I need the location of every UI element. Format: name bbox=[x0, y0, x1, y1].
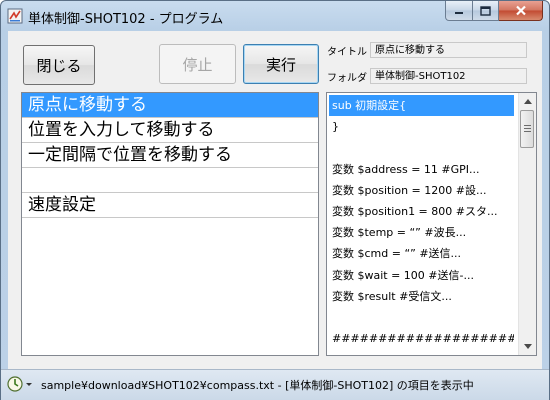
scroll-thumb[interactable] bbox=[520, 110, 534, 148]
folder-field: 単体制御-SHOT102 bbox=[370, 68, 527, 84]
title-label: タイトル bbox=[327, 47, 367, 58]
window-controls bbox=[445, 1, 543, 21]
code-view[interactable]: sub 初期設定{ } 変数 $address = 11 #GPI... 変数 … bbox=[326, 92, 537, 356]
maximize-button[interactable] bbox=[473, 1, 499, 21]
vertical-scrollbar[interactable] bbox=[518, 93, 536, 355]
status-bar: sample¥download¥SHOT102¥compass.txt - [単… bbox=[1, 369, 549, 400]
chevron-down-icon bbox=[523, 344, 532, 349]
run-button[interactable]: 実行 bbox=[243, 44, 319, 84]
grip-line bbox=[524, 125, 531, 126]
code-lines: sub 初期設定{ } 変数 $address = 11 #GPI... 変数 … bbox=[329, 95, 514, 349]
close-window-button[interactable] bbox=[499, 1, 543, 21]
client-area: 閉じる 停止 実行 タイトル 原点に移動する フォルダ 単体制御-SHOT102… bbox=[8, 31, 542, 369]
window-title: 単体制御-SHOT102 - プログラム bbox=[28, 12, 224, 27]
minimize-icon bbox=[455, 11, 463, 14]
clock-menu-icon[interactable] bbox=[7, 376, 37, 392]
code-line: 変数 $position = 1200 #設... bbox=[332, 183, 487, 197]
folder-label: フォルダ bbox=[327, 73, 367, 84]
scroll-down-button[interactable] bbox=[519, 338, 536, 355]
code-line: 変数 $wait = 100 #送信-... bbox=[332, 268, 474, 282]
code-line: sub 初期設定{ bbox=[329, 95, 514, 117]
list-item[interactable] bbox=[22, 168, 318, 193]
program-window: 単体制御-SHOT102 - プログラム 閉じる 停止 実行 タイトル 原点に移… bbox=[0, 0, 550, 400]
title-bar[interactable]: 単体制御-SHOT102 - プログラム bbox=[1, 1, 549, 31]
code-line: } bbox=[332, 120, 339, 134]
program-list: 原点に移動する 位置を入力して移動する 一定間隔で位置を移動する 速度設定 bbox=[21, 92, 319, 356]
list-item[interactable]: 一定間隔で位置を移動する bbox=[22, 143, 318, 168]
title-field: 原点に移動する bbox=[370, 42, 527, 58]
code-line: 変数 $temp = “” #波長... bbox=[332, 226, 467, 240]
stop-button[interactable]: 停止 bbox=[159, 44, 236, 84]
grip-line bbox=[524, 131, 531, 132]
code-line: 変数 $cmd = “” #送信... bbox=[332, 247, 462, 261]
maximize-icon bbox=[480, 5, 491, 16]
grip-line bbox=[524, 128, 531, 129]
close-button[interactable]: 閉じる bbox=[23, 45, 95, 85]
close-icon bbox=[515, 5, 526, 16]
code-line: 変数 $address = 11 #GPI... bbox=[332, 162, 480, 176]
code-line: 変数 $result #受信文... bbox=[332, 289, 452, 303]
minimize-button[interactable] bbox=[445, 1, 473, 21]
list-item[interactable]: 原点に移動する bbox=[22, 93, 318, 118]
list-item[interactable]: 位置を入力して移動する bbox=[22, 118, 318, 143]
scroll-up-button[interactable] bbox=[519, 93, 536, 110]
code-line: ##################### プロ... bbox=[332, 332, 514, 346]
code-line: 変数 $position1 = 800 #スタ... bbox=[332, 204, 498, 218]
chevron-up-icon bbox=[523, 99, 532, 104]
app-icon bbox=[7, 8, 23, 24]
list-item[interactable]: 速度設定 bbox=[22, 193, 318, 218]
status-text: sample¥download¥SHOT102¥compass.txt - [単… bbox=[41, 379, 474, 392]
